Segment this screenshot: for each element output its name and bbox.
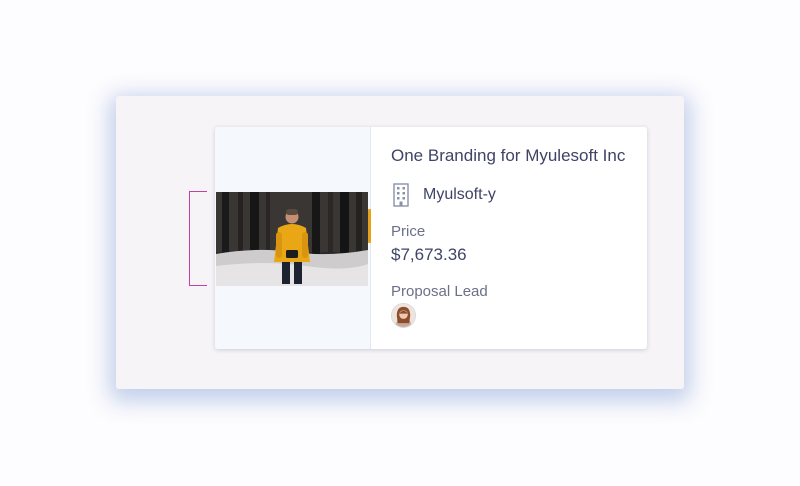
- cover-photo: [216, 192, 368, 286]
- company-row: Myulsoft-y: [391, 183, 496, 207]
- card-info: One Branding for Myulesoft Inc Myulsoft-…: [391, 127, 647, 349]
- card-media: [215, 127, 371, 349]
- proposal-card[interactable]: One Branding for Myulesoft Inc Myulsoft-…: [215, 127, 647, 349]
- company-name: Myulsoft-y: [423, 186, 496, 203]
- building-icon: [393, 183, 409, 207]
- price-value: $7,673.36: [391, 245, 467, 264]
- price-label: Price: [391, 223, 426, 240]
- proposal-lead-label: Proposal Lead: [391, 283, 488, 300]
- avatar[interactable]: [391, 303, 416, 328]
- proposal-title[interactable]: One Branding for Myulesoft Inc: [391, 146, 625, 166]
- avatar-image: [392, 304, 415, 327]
- selection-bracket: [189, 191, 207, 286]
- stage: One Branding for Myulesoft Inc Myulsoft-…: [0, 0, 800, 486]
- accent-marker: [368, 209, 371, 243]
